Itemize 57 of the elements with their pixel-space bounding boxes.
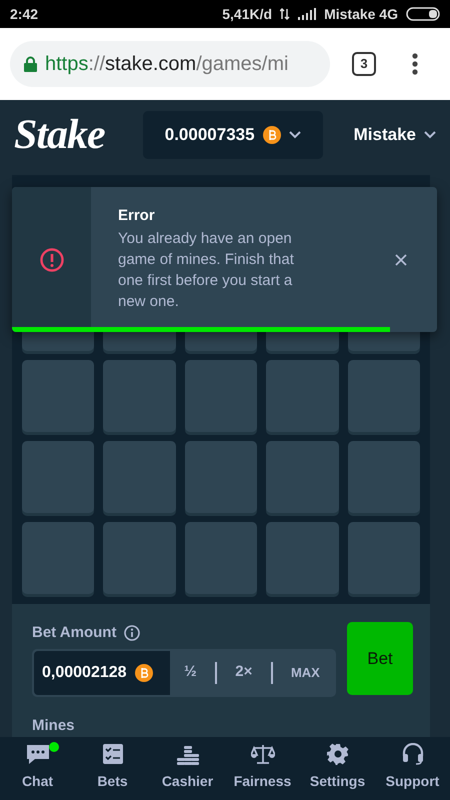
amount-modifier-button[interactable]: MAX bbox=[280, 662, 330, 682]
coin-icon bbox=[134, 664, 153, 682]
lock-icon bbox=[24, 56, 37, 72]
mine-tile[interactable] bbox=[184, 360, 258, 432]
mine-tile[interactable] bbox=[348, 360, 420, 432]
toast-message: You already have an open game of mines. Finish that one first before you start a new one. bbox=[118, 228, 295, 312]
logo[interactable]: Stake bbox=[14, 104, 105, 166]
bet-button[interactable]: Bet bbox=[347, 622, 413, 695]
mine-tile[interactable] bbox=[184, 522, 258, 594]
checklist-icon bbox=[102, 743, 124, 765]
amount-modifier-button[interactable]: 2× bbox=[225, 661, 262, 684]
mine-tile[interactable] bbox=[22, 360, 94, 432]
nav-tab[interactable]: Cashier bbox=[152, 737, 224, 792]
scales-icon bbox=[250, 743, 274, 765]
nav-tab[interactable]: Fairness bbox=[226, 737, 298, 792]
mine-tile[interactable] bbox=[348, 441, 420, 513]
user-menu[interactable]: Mistake bbox=[354, 122, 436, 148]
menu-icon[interactable] bbox=[412, 53, 418, 75]
chat-bubble-icon bbox=[24, 743, 50, 765]
mine-tile[interactable] bbox=[266, 360, 339, 432]
mine-tile[interactable] bbox=[348, 522, 420, 594]
signal-icon bbox=[298, 8, 316, 20]
alert-icon bbox=[40, 248, 64, 272]
nav-tab[interactable]: Settings bbox=[302, 737, 374, 792]
mine-tile[interactable] bbox=[103, 522, 176, 594]
close-icon[interactable] bbox=[395, 254, 407, 266]
mine-tile[interactable] bbox=[103, 441, 176, 513]
bet-amount-field[interactable]: 0,00002128 bbox=[34, 650, 170, 694]
mine-tile[interactable] bbox=[266, 522, 339, 594]
field-label: Bet Amount bbox=[32, 623, 116, 643]
toast-title: Error bbox=[118, 206, 156, 226]
headset-icon bbox=[400, 743, 424, 765]
mine-tile[interactable] bbox=[184, 441, 258, 513]
balance-selector[interactable]: 0.00007335 bbox=[142, 111, 323, 159]
network-speed: 5,41K/d bbox=[222, 4, 272, 24]
nav-tab[interactable]: Bets bbox=[76, 737, 148, 792]
coin-stack-icon bbox=[176, 743, 200, 765]
mine-tile[interactable] bbox=[22, 441, 94, 513]
address-bar[interactable]: https://stake.com/games/mi bbox=[10, 41, 330, 87]
mine-tile[interactable] bbox=[103, 360, 176, 432]
clock-time: 2:42 bbox=[10, 4, 38, 24]
tab-count-button[interactable]: 3 bbox=[352, 52, 376, 76]
mine-tile[interactable] bbox=[266, 441, 339, 513]
field-label: Mines bbox=[32, 716, 76, 736]
nav-tab[interactable]: Support bbox=[376, 737, 448, 792]
nav-tab[interactable]: Chat bbox=[2, 737, 74, 792]
data-transfer-icon bbox=[280, 7, 290, 21]
carrier-name: Mistake 4G bbox=[324, 4, 398, 24]
settings-icon bbox=[326, 743, 348, 765]
chevron-down-icon bbox=[288, 131, 301, 139]
mine-tile[interactable] bbox=[22, 522, 94, 594]
info-icon[interactable] bbox=[124, 625, 140, 642]
coin-icon bbox=[262, 126, 281, 144]
chevron-down-icon bbox=[424, 131, 436, 139]
amount-modifier-button[interactable]: ½ bbox=[174, 661, 207, 684]
url-text: https://stake.com/games/mi bbox=[45, 52, 288, 77]
battery-icon bbox=[406, 7, 440, 21]
